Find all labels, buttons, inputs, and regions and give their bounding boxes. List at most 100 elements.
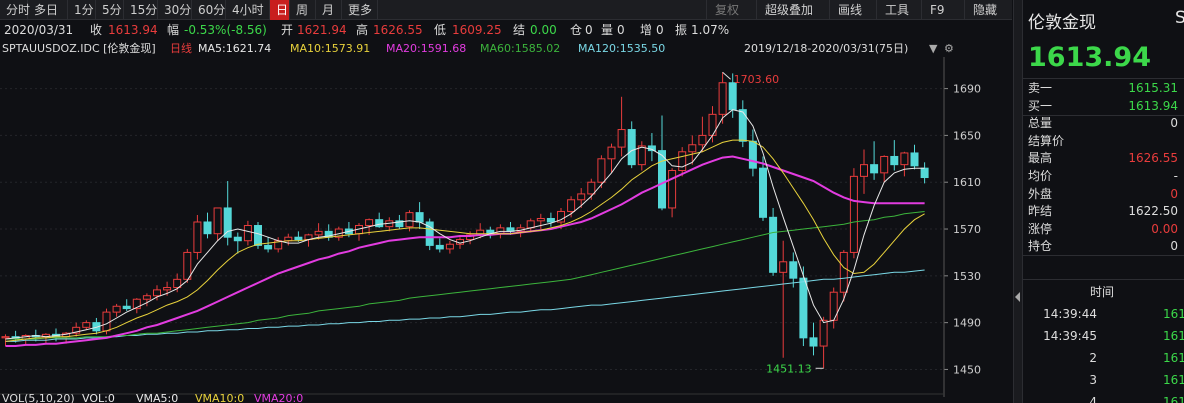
period-tab-1[interactable]: 多日 bbox=[28, 0, 68, 20]
period-tab-10[interactable]: 月 bbox=[316, 0, 342, 20]
period-tab-11[interactable]: 更多 bbox=[342, 0, 378, 20]
candle-body bbox=[183, 251, 192, 280]
candle-body bbox=[577, 193, 586, 201]
candle[interactable] bbox=[607, 143, 616, 173]
open-value: 1621.94 bbox=[297, 23, 347, 37]
candle[interactable] bbox=[890, 140, 899, 171]
candlestick-chart[interactable]: 1450 1490 1530 1570 1610 1650 1690 1703.60 1451.… bbox=[0, 57, 1012, 397]
candle-body bbox=[708, 113, 717, 136]
candle[interactable] bbox=[658, 115, 666, 211]
panel-row-value: 0 bbox=[1170, 186, 1178, 201]
collapse-arrow-icon[interactable] bbox=[1015, 292, 1020, 302]
candle[interactable] bbox=[637, 141, 646, 171]
candle[interactable] bbox=[72, 322, 81, 337]
candle[interactable] bbox=[82, 320, 91, 330]
candle[interactable] bbox=[799, 266, 808, 347]
candle[interactable] bbox=[486, 226, 495, 239]
candle[interactable] bbox=[900, 151, 909, 177]
candle[interactable] bbox=[597, 155, 606, 189]
candle[interactable] bbox=[849, 168, 858, 259]
panel-row-label: 最高 bbox=[1028, 151, 1053, 166]
candle[interactable] bbox=[880, 155, 889, 183]
candle-body bbox=[789, 261, 798, 279]
candle[interactable] bbox=[779, 240, 788, 358]
panel-splitter[interactable] bbox=[1013, 0, 1023, 403]
candle[interactable] bbox=[920, 162, 929, 184]
ma5-line bbox=[5, 109, 925, 340]
candle[interactable] bbox=[748, 129, 757, 177]
oi-label: 仓 bbox=[570, 23, 583, 37]
candle[interactable] bbox=[355, 223, 363, 241]
candle-body bbox=[718, 82, 727, 115]
period-tab-2[interactable]: 1分 bbox=[68, 0, 96, 20]
candle[interactable] bbox=[688, 135, 697, 165]
period-tab-4[interactable]: 15分 bbox=[124, 0, 158, 20]
candle[interactable] bbox=[860, 149, 868, 194]
candle[interactable] bbox=[193, 214, 202, 260]
candle[interactable] bbox=[769, 207, 778, 276]
candle-body bbox=[213, 207, 222, 235]
candle[interactable] bbox=[546, 212, 555, 227]
period-tab-9[interactable]: 周 bbox=[290, 0, 316, 20]
candle[interactable] bbox=[536, 213, 545, 230]
candle[interactable] bbox=[132, 298, 141, 314]
tick-list-header: 时间 bbox=[1090, 285, 1115, 299]
candle-body bbox=[668, 170, 677, 209]
candle-body bbox=[678, 151, 687, 172]
change-label: 幅 bbox=[167, 23, 180, 37]
candle-body bbox=[587, 181, 596, 195]
candle[interactable] bbox=[415, 202, 424, 230]
candle[interactable] bbox=[708, 106, 717, 143]
period-tab-0[interactable]: 分时 bbox=[0, 0, 30, 20]
tick-price: 161 bbox=[1163, 351, 1184, 365]
candle[interactable] bbox=[324, 224, 333, 241]
candle[interactable] bbox=[445, 240, 454, 254]
candle[interactable] bbox=[870, 141, 879, 180]
candle[interactable] bbox=[233, 232, 242, 254]
candle[interactable] bbox=[213, 207, 222, 241]
period-tab-7[interactable]: 4小时 bbox=[226, 0, 270, 20]
candle[interactable] bbox=[203, 212, 212, 239]
candle[interactable] bbox=[819, 316, 828, 369]
candle[interactable] bbox=[759, 156, 767, 221]
tool-button-3[interactable]: 工具 bbox=[876, 0, 921, 20]
candle[interactable] bbox=[425, 218, 434, 251]
period-tab-3[interactable]: 5分 bbox=[96, 0, 124, 20]
candle[interactable] bbox=[223, 181, 232, 246]
tool-button-4[interactable]: F9 bbox=[921, 0, 964, 20]
tool-button-1[interactable]: 超级叠加 bbox=[756, 0, 829, 20]
candle[interactable] bbox=[243, 220, 252, 246]
panel-row-label: 昨结 bbox=[1028, 204, 1053, 219]
inc-label: 增 bbox=[640, 23, 653, 37]
candle[interactable] bbox=[839, 250, 848, 302]
candle[interactable] bbox=[112, 303, 121, 317]
candle[interactable] bbox=[617, 96, 626, 157]
candle[interactable] bbox=[183, 248, 192, 283]
candle[interactable] bbox=[435, 238, 444, 253]
tool-button-5[interactable]: 隐藏 bbox=[964, 0, 1012, 20]
candle[interactable] bbox=[627, 121, 636, 169]
candle[interactable] bbox=[809, 322, 818, 356]
period-tab-5[interactable]: 30分 bbox=[158, 0, 192, 20]
ma120-label: MA120:1535.50 bbox=[578, 42, 666, 55]
panel-row: 涨停 0.00 bbox=[1028, 221, 1178, 238]
tool-button-2[interactable]: 画线 bbox=[829, 0, 876, 20]
candle[interactable] bbox=[1, 334, 10, 347]
tool-button-0[interactable]: 复权 bbox=[706, 0, 756, 20]
candle[interactable] bbox=[284, 233, 293, 246]
candle[interactable] bbox=[375, 212, 384, 228]
candle[interactable] bbox=[910, 144, 919, 170]
candle-body bbox=[284, 236, 293, 242]
range-dropdown-icon[interactable]: ▼ bbox=[929, 40, 937, 57]
panel-divider bbox=[1023, 279, 1184, 280]
candle[interactable] bbox=[647, 133, 656, 162]
period-tab-8[interactable]: 日 bbox=[270, 0, 290, 20]
panel-row: 结算价 bbox=[1028, 133, 1178, 150]
panel-row-label: 均价 bbox=[1028, 169, 1053, 183]
candle[interactable] bbox=[122, 299, 131, 311]
candle[interactable] bbox=[668, 168, 677, 218]
gear-icon[interactable]: ⚙ bbox=[944, 40, 954, 57]
candle[interactable] bbox=[264, 237, 273, 253]
period-tab-6[interactable]: 60分 bbox=[192, 0, 226, 20]
candle-body bbox=[526, 220, 535, 229]
